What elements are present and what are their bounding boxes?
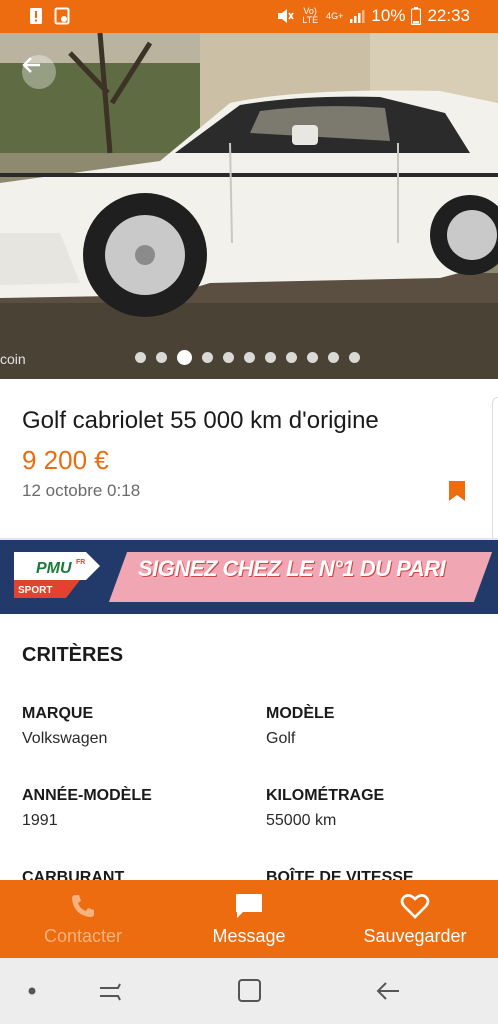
criteria-section: CRITÈRES MARQUE Volkswagen MODÈLE Golf A… [0, 614, 498, 886]
arrow-left-icon [22, 57, 40, 73]
action-bar: Contacter Message Sauvegarder [0, 880, 498, 958]
gallery-pagination [135, 350, 360, 365]
mute-icon [278, 9, 294, 23]
dot-icon[interactable] [22, 978, 50, 1004]
network-indicator: 4G+ [326, 10, 344, 21]
message-button[interactable]: Message [166, 880, 332, 958]
ad-banner[interactable]: PMU FR SPORT SIGNEZ CHEZ LE N°1 DU PARI [0, 538, 498, 614]
ad-brand-tag: SPORT [18, 585, 52, 596]
criteria-value-annee: 1991 [22, 812, 58, 829]
pagination-dot-active[interactable] [177, 350, 192, 365]
listing-price: 9 200 € [22, 445, 109, 475]
pagination-dot[interactable] [223, 352, 234, 363]
heart-icon [400, 894, 430, 919]
save-button[interactable]: Sauvegarder [332, 880, 498, 958]
listing-date: 12 octobre 0:18 [22, 481, 141, 500]
ad-brand-suffix: FR [76, 559, 85, 566]
back-nav-icon[interactable] [375, 978, 403, 1004]
alert-icon [30, 8, 42, 24]
criteria-label-marque: MARQUE [22, 705, 94, 722]
ad-brand: PMU [36, 560, 72, 577]
message-label: Message [212, 926, 286, 946]
listing-header: Golf cabriolet 55 000 km d'origine 9 200… [0, 379, 498, 547]
phone-icon [72, 895, 94, 917]
signal-icon [350, 10, 365, 23]
back-button[interactable] [22, 55, 56, 89]
criteria-heading: CRITÈRES [22, 644, 124, 666]
criteria-label-annee: ANNÉE-MODÈLE [22, 787, 152, 804]
recent-apps-icon[interactable] [96, 978, 124, 1004]
chat-bubble-icon [236, 894, 262, 918]
bookmark-icon[interactable] [448, 480, 466, 502]
clock: 22:33 [427, 6, 470, 25]
volte-indicator: Vo) LTE [302, 6, 319, 25]
home-icon[interactable] [236, 978, 264, 1004]
photo-notification-icon [54, 7, 70, 25]
photo-watermark: coin [0, 351, 26, 367]
pagination-dot[interactable] [349, 352, 360, 363]
pagination-dot[interactable] [328, 352, 339, 363]
criteria-label-kilometrage: KILOMÉTRAGE [266, 787, 385, 804]
pmu-logo: PMU FR SPORT [14, 552, 100, 598]
contact-button[interactable]: Contacter [0, 880, 166, 958]
criteria-value-modele: Golf [266, 730, 296, 747]
pagination-dot[interactable] [307, 352, 318, 363]
battery-icon [411, 7, 422, 25]
car-photo [0, 33, 498, 379]
battery-percent: 10% [371, 6, 406, 25]
photo-gallery[interactable]: coin [0, 33, 498, 379]
ad-slogan: SIGNEZ CHEZ LE N°1 DU PARI [138, 556, 446, 581]
pagination-dot[interactable] [135, 352, 146, 363]
criteria-value-marque: Volkswagen [22, 730, 108, 747]
pagination-dot[interactable] [202, 352, 213, 363]
criteria-value-kilometrage: 55000 km [266, 812, 337, 829]
system-nav-bar [0, 958, 498, 1024]
criteria-label-modele: MODÈLE [266, 705, 335, 722]
save-label: Sauvegarder [363, 926, 467, 946]
listing-title: Golf cabriolet 55 000 km d'origine [22, 407, 379, 434]
pagination-dot[interactable] [265, 352, 276, 363]
pagination-dot[interactable] [286, 352, 297, 363]
scroll-indicator [492, 397, 498, 547]
pagination-dot[interactable] [156, 352, 167, 363]
pagination-dot[interactable] [244, 352, 255, 363]
contact-label: Contacter [43, 926, 123, 946]
status-bar: Vo) LTE 4G+ 10% 22:33 [0, 0, 498, 33]
